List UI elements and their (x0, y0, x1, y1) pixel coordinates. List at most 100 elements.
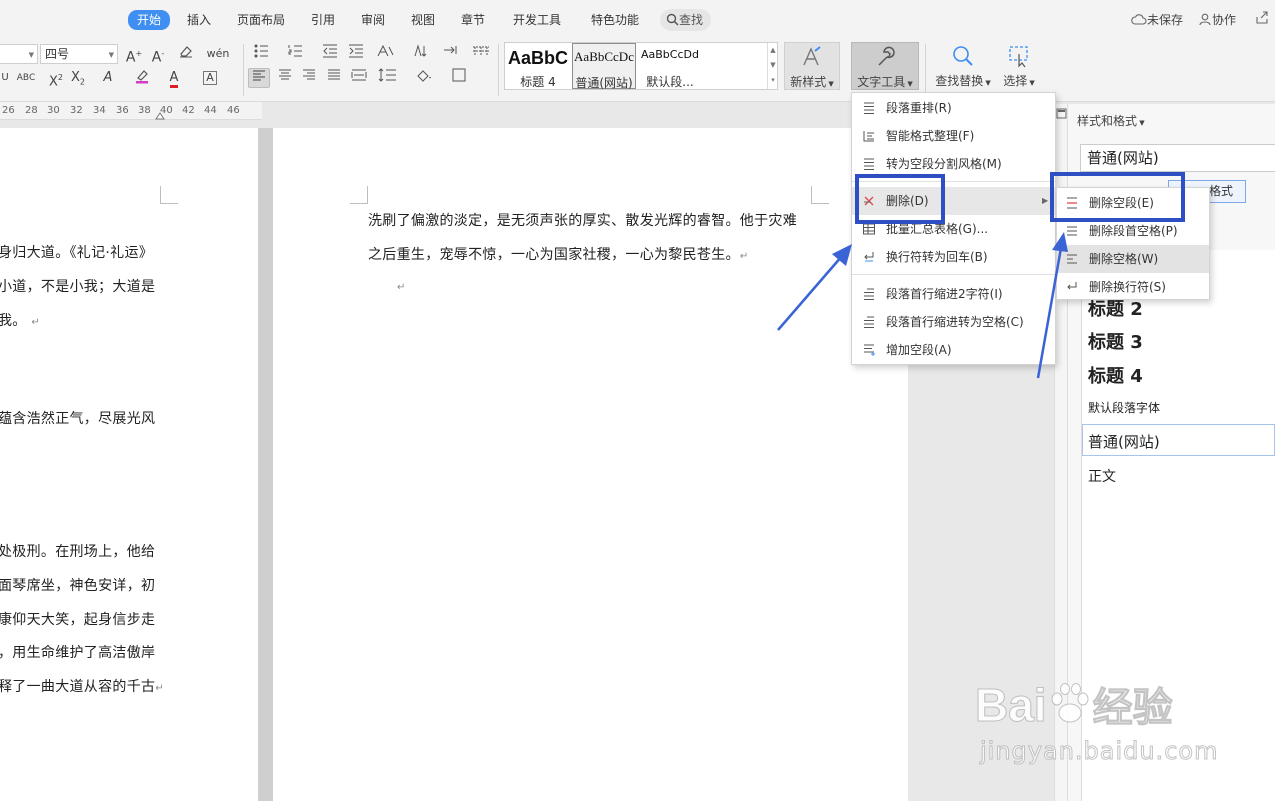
align-center-button[interactable] (274, 68, 296, 88)
menu-item-linebreak-to-enter[interactable]: 换行符转为回车(B) (852, 243, 1055, 271)
select-button[interactable]: 选择 ▼ (998, 42, 1040, 90)
style-default-paragraph[interactable]: AaBbCcDd 默认段... (637, 43, 703, 89)
add-paragraph-icon (864, 344, 875, 356)
text-tools-button[interactable]: 文字工具 ▼ (851, 42, 919, 90)
bullet-list-icon[interactable] (250, 44, 278, 64)
char-border-icon[interactable]: A (200, 68, 220, 88)
tab-chapter[interactable]: 章节 (461, 11, 485, 29)
shading-icon[interactable] (410, 68, 438, 88)
strike-format-icon[interactable]: U (0, 68, 12, 88)
main-page[interactable]: 洗刷了偏激的淡定，是无须声张的厚实、散发光辉的睿智。他于灾难 之后重生，宠辱不惊… (273, 128, 908, 801)
linebreak-icon (864, 252, 874, 262)
decrease-indent-icon[interactable] (320, 44, 340, 64)
style-name: 标题 4 (520, 75, 556, 89)
clear-format-icon[interactable] (176, 44, 196, 64)
menu-item-add-empty-paragraph[interactable]: 增加空段(A) (852, 336, 1055, 364)
borders-icon[interactable] (446, 68, 474, 88)
style-heading-4[interactable]: AaBbC 标题 4 (505, 43, 571, 89)
font-color-icon[interactable]: A (164, 68, 184, 88)
tab-developer[interactable]: 开发工具 (513, 11, 561, 29)
numbered-list-icon[interactable] (284, 44, 312, 64)
menu-item-smart-format[interactable]: 智能格式整理(F) (852, 122, 1055, 150)
submenu-item-delete-linebreak[interactable]: 删除换行符(S) (1057, 273, 1209, 301)
style-list-item[interactable]: 默认段落字体 (1088, 399, 1160, 416)
ribbon-tab-bar: 开始 插入 页面布局 引用 审阅 视图 章节 开发工具 特色功能 查找 未保存 … (0, 0, 1275, 38)
shrink-font-icon[interactable]: A- (148, 44, 168, 66)
search-label: 查找 (679, 13, 704, 27)
table-draw-icon[interactable] (470, 44, 492, 64)
doc-line: ，用生命维护了高洁傲岸 (0, 645, 156, 661)
menu-item-indent-2-chars[interactable]: 段落首行缩进2字符(I) (852, 280, 1055, 308)
line-spacing-icon[interactable] (374, 68, 402, 88)
unsaved-status[interactable]: 未保存 (1131, 11, 1183, 28)
text-effect-icon[interactable]: ABC (12, 68, 40, 88)
pane-icon[interactable] (1056, 108, 1067, 119)
doc-line: 小道，不是小我；大道是 (0, 279, 156, 295)
new-style-icon (785, 45, 839, 71)
align-left-button[interactable] (248, 68, 270, 88)
callout-box-delete-empty-paragraph (1050, 172, 1185, 222)
style-list-item[interactable]: 标题 3 (1088, 328, 1143, 354)
current-style-field[interactable]: 普通(网站) (1080, 144, 1275, 172)
subscript-icon[interactable]: X2 (68, 68, 88, 88)
share-icon[interactable] (1255, 11, 1269, 27)
style-gallery: AaBbC 标题 4 AaBbCcDc 普通(网站) AaBbCcDd 默认段.… (504, 42, 778, 90)
menu-item-paragraph-rearrange[interactable]: 段落重排(R) (852, 94, 1055, 122)
horizontal-ruler[interactable]: 26 28 30 32 34 36 38 40 42 44 46 (0, 102, 262, 120)
indent-icon (864, 288, 874, 300)
chinese-layout-icon[interactable] (372, 44, 398, 64)
style-list-item[interactable]: 标题 4 (1088, 362, 1143, 388)
paragraph-mark: ↵ (31, 317, 41, 328)
tab-view[interactable]: 视图 (411, 11, 435, 29)
wrench-icon (852, 45, 918, 71)
style-normal-web[interactable]: AaBbCcDc 普通(网站) (572, 43, 636, 90)
gallery-scroller[interactable]: ▲ ▼ ▾ (767, 43, 778, 89)
ruler-mark: 32 (70, 105, 83, 116)
left-page[interactable]: 身归大道。《礼记·礼运》 小道，不是小我；大道是 我。 ↵ 蕴含浩然正气，尽展光… (0, 128, 258, 801)
tab-insert[interactable]: 插入 (187, 11, 211, 29)
cloud-icon (1131, 14, 1147, 25)
font-effects-icon[interactable]: A (98, 68, 118, 88)
sort-icon[interactable] (410, 44, 430, 64)
style-name: 默认段... (646, 75, 694, 89)
justify-button[interactable] (323, 68, 345, 88)
highlight-icon[interactable] (132, 68, 152, 88)
find-replace-label: 查找替换 (935, 74, 984, 88)
tab-review[interactable]: 审阅 (361, 11, 385, 29)
search-icon (666, 13, 679, 26)
doc-line: 蕴含浩然正气，尽展光风 (0, 411, 156, 427)
delete-leading-space-icon (1067, 226, 1077, 236)
menu-item-indent-to-space[interactable]: 段落首行缩进转为空格(C) (852, 308, 1055, 336)
style-list-item[interactable]: 正文 (1088, 466, 1116, 486)
submenu-arrow-icon: ▶ (1042, 196, 1049, 205)
show-marks-icon[interactable] (438, 44, 464, 64)
submenu-item-delete-space[interactable]: 删除空格(W) (1057, 245, 1209, 273)
find-replace-button[interactable]: 查找替换 ▼ (932, 42, 994, 90)
doc-line: 释了一曲大道从容的千古↵ (0, 676, 164, 696)
doc-line: 身归大道。《礼记·礼运》 (0, 245, 154, 261)
increase-indent-icon[interactable] (346, 44, 366, 64)
font-name-combo[interactable]: ▼ (0, 44, 38, 64)
styles-pane-title[interactable]: 样式和格式 ▼ (1077, 112, 1145, 129)
tab-special[interactable]: 特色功能 (591, 11, 639, 29)
search-tab[interactable]: 查找 (660, 9, 712, 31)
font-size-combo[interactable]: 四号 ▼ (40, 44, 118, 64)
split-icon (864, 158, 874, 170)
grow-font-icon[interactable]: A+ (124, 44, 144, 66)
tab-references[interactable]: 引用 (311, 11, 335, 29)
collab-button[interactable]: 协作 (1199, 11, 1236, 28)
select-label: 选择 (1003, 74, 1028, 88)
new-style-button[interactable]: 新样式 ▼ (784, 42, 840, 90)
doc-line: 之后重生，宠辱不惊，一心为国家社稷，一心为黎民苍生。↵ (368, 244, 749, 264)
superscript-icon[interactable]: X2 (46, 68, 66, 89)
paragraph-mark: ↵ (155, 683, 164, 694)
tab-home[interactable]: 开始 (128, 10, 171, 30)
page-corner-mark (160, 186, 178, 204)
indent-marker-icon[interactable] (155, 110, 165, 120)
ruler-mark: 28 (25, 105, 38, 116)
style-sample: AaBbCcDc (574, 49, 634, 64)
phonetic-guide-icon[interactable]: wén (205, 44, 231, 64)
tab-page-layout[interactable]: 页面布局 (237, 11, 285, 29)
distribute-button[interactable] (348, 68, 370, 88)
align-right-button[interactable] (298, 68, 320, 88)
